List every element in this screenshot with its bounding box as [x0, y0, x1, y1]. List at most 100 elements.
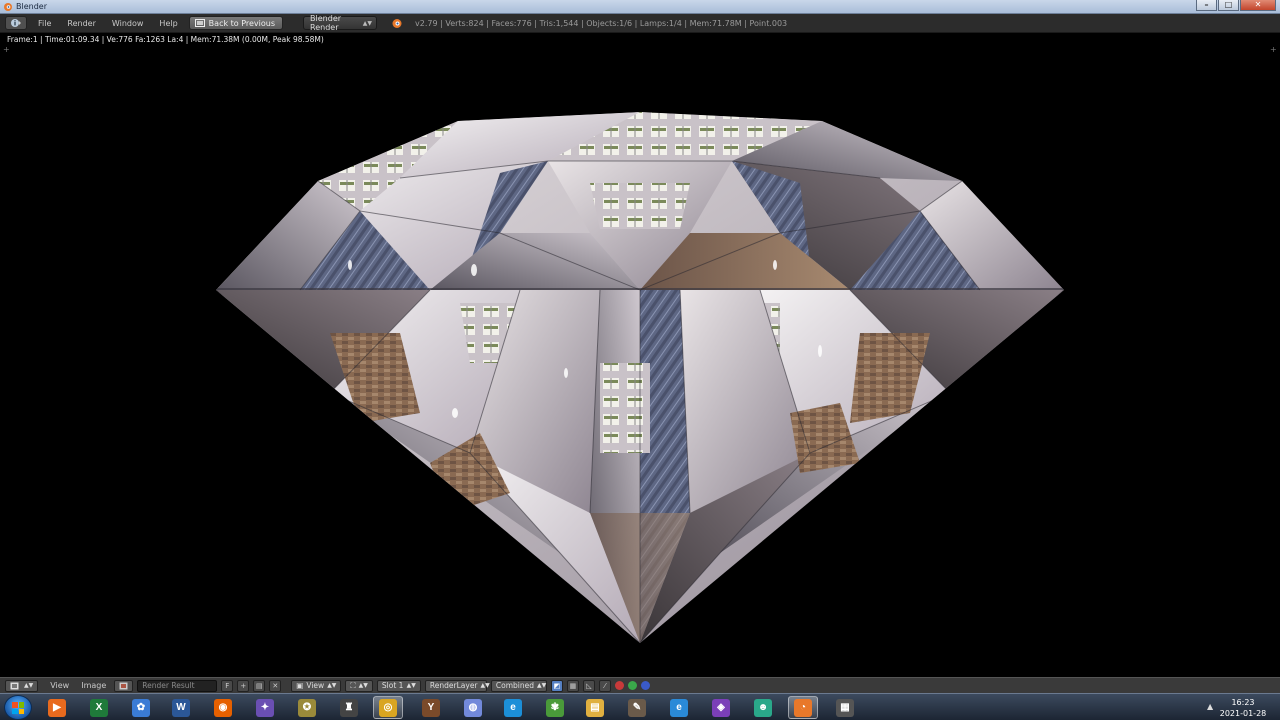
editor-type-button[interactable]	[5, 16, 27, 30]
render-pass-label: Combined	[495, 681, 535, 690]
channel-green-icon[interactable]	[627, 681, 637, 690]
close-button[interactable]: ✕	[1240, 0, 1276, 11]
game-icon: ♜	[340, 698, 358, 717]
slot-select[interactable]: Slot 1 ▲▼	[376, 679, 421, 692]
paint-icon: ✿	[132, 698, 150, 717]
display-alpha-button[interactable]: ▦	[566, 679, 579, 692]
taskbar-button[interactable]: ◈	[706, 696, 736, 719]
menu-view[interactable]: View	[46, 681, 73, 690]
screen-back-icon	[194, 19, 205, 27]
taskbar-button[interactable]: ☻	[748, 696, 778, 719]
app-y-icon: Y	[422, 698, 440, 717]
robot-icon: ☻	[754, 698, 772, 717]
open-image-button[interactable]: ▤	[253, 679, 266, 692]
view-mode-select[interactable]: ▣ View ▲▼	[291, 679, 342, 692]
taskbar-button[interactable]: ▦	[830, 696, 860, 719]
maximize-button[interactable]: □	[1218, 0, 1239, 11]
checker-icon: ▦	[569, 681, 577, 690]
rgb-icon: ◩	[553, 681, 561, 690]
image-name-field[interactable]: Render Result	[137, 679, 218, 692]
firefox-icon: ◉	[214, 698, 232, 717]
updown-arrow-icon: ▲▼	[24, 682, 34, 689]
updown-arrow-icon: ▲▼	[537, 682, 547, 689]
back-to-previous-label: Back to Previous	[208, 18, 276, 28]
image-editor-header: ▲▼ View Image Render Result F + ▤ ✕ ▣ Vi…	[0, 677, 1280, 693]
taskbar-button[interactable]: ◉	[208, 696, 238, 719]
taskbar-button[interactable]: ✪	[292, 696, 322, 719]
menu-window[interactable]: Window	[107, 19, 149, 28]
taskbar-button[interactable]: ◎	[373, 696, 403, 719]
render-layer-select[interactable]: RenderLayer ▲▼	[424, 679, 490, 692]
excel-icon: X	[90, 698, 108, 717]
updown-arrow-icon: ▲▼	[327, 682, 337, 689]
gimp-icon: ✎	[628, 698, 646, 717]
taskbar-button[interactable]: ▶	[42, 696, 72, 719]
render-engine-select[interactable]: Blender Render ▲▼	[303, 14, 378, 32]
slot-label: Slot 1	[381, 681, 404, 690]
molecule-icon: ✦	[256, 698, 274, 717]
medal-icon: ✪	[298, 698, 316, 717]
view-mode-label: View	[306, 681, 325, 690]
start-button[interactable]	[4, 695, 32, 720]
channel-blue-icon[interactable]	[640, 681, 650, 690]
new-image-button[interactable]: +	[237, 679, 250, 692]
minimize-button[interactable]: –	[1196, 0, 1217, 11]
sample-tool-button[interactable]: ⁄	[598, 679, 611, 692]
taskbar-button[interactable]: e	[664, 696, 694, 719]
gradient-icon: ◺	[586, 681, 592, 690]
menu-image[interactable]: Image	[77, 681, 110, 690]
taskbar-button[interactable]: ✦	[250, 696, 280, 719]
menu-file[interactable]: File	[33, 19, 56, 28]
scene-stats: v2.79 | Verts:824 | Faces:776 | Tris:1,5…	[415, 18, 788, 28]
chrome-icon: ◎	[379, 698, 397, 717]
taskbar-button[interactable]: Y	[416, 696, 446, 719]
taskbar-button[interactable]: ▤	[580, 696, 610, 719]
image-editor-icon	[10, 682, 19, 689]
unlink-image-button[interactable]: ✕	[269, 679, 282, 692]
fake-user-button[interactable]: F	[221, 679, 234, 692]
tray-expand-icon[interactable]: ▲	[1207, 702, 1213, 711]
channel-red-icon[interactable]	[614, 681, 624, 690]
taskbar-button[interactable]: ◔	[788, 696, 818, 719]
blender-logo-icon	[392, 19, 402, 28]
eyedropper-icon: ⁄	[604, 681, 606, 690]
printer-icon: ▦	[836, 698, 854, 717]
view-mode-icon: ▣	[296, 681, 304, 690]
taskbar-button[interactable]: e	[498, 696, 528, 719]
updown-arrow-icon: ▲▼	[358, 682, 368, 689]
pivot-select[interactable]: ⛶ ▲▼	[345, 679, 373, 692]
taskbar-button[interactable]: ✎	[622, 696, 652, 719]
window-title: Blender	[16, 2, 47, 11]
render-engine-label: Blender Render	[310, 14, 342, 32]
image-browse-icon	[119, 682, 128, 689]
taskbar-button[interactable]: ◍	[458, 696, 488, 719]
image-browse-button[interactable]	[114, 679, 134, 692]
menu-help[interactable]: Help	[154, 19, 182, 28]
close-icon: ✕	[272, 681, 279, 690]
taskbar-button[interactable]: X	[84, 696, 114, 719]
taskbar-button[interactable]: ✾	[540, 696, 570, 719]
display-zbuffer-button[interactable]: ◺	[582, 679, 595, 692]
menu-render[interactable]: Render	[62, 19, 100, 28]
render-pass-select[interactable]: Combined ▲▼	[490, 679, 547, 692]
updown-arrow-icon: ▲▼	[480, 682, 490, 689]
window-titlebar: Blender – □ ✕	[0, 0, 1280, 14]
taskbar-button[interactable]: ✿	[126, 696, 156, 719]
image-editor-type-button[interactable]: ▲▼	[5, 679, 39, 692]
info-icon	[11, 19, 21, 27]
render-viewport[interactable]: Frame:1 | Time:01:09.34 | Ve:776 Fa:1263…	[0, 33, 1280, 677]
plus-icon: +	[240, 681, 247, 690]
updown-arrow-icon: ▲▼	[362, 19, 373, 27]
word-icon: W	[172, 698, 190, 717]
back-to-previous-button[interactable]: Back to Previous	[188, 16, 284, 30]
discord-icon: ◍	[464, 698, 482, 717]
edge-icon: e	[504, 698, 522, 717]
taskbar-button[interactable]: W	[166, 696, 196, 719]
blender-icon: ◔	[794, 698, 812, 717]
ie-icon: e	[670, 698, 688, 717]
system-clock[interactable]: 16:23 2021-01-28	[1218, 697, 1268, 719]
display-rgb-button[interactable]: ◩	[550, 679, 563, 692]
clock-time: 16:23	[1231, 698, 1255, 707]
taskbar-button[interactable]: ♜	[334, 696, 364, 719]
rendered-diamond-image	[216, 112, 1064, 643]
